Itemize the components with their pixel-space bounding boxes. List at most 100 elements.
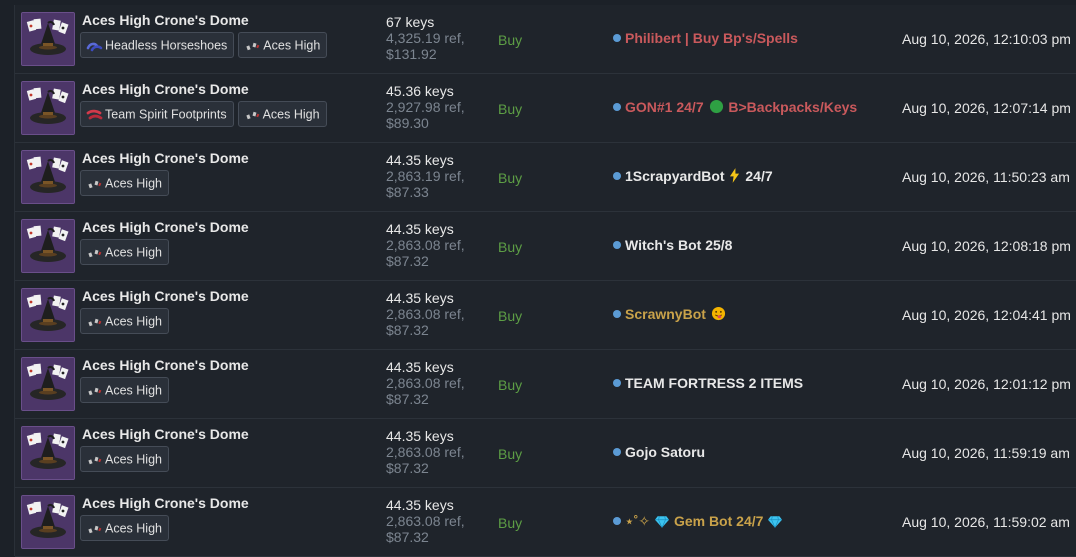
aces-high-icon: [86, 178, 104, 190]
seller-name: Gojo Satoru: [625, 444, 706, 460]
attribute-tag-label: Aces High: [105, 383, 162, 398]
listing-row[interactable]: Aces High Crone's Dome Team Spirit Footp…: [15, 74, 1076, 143]
attribute-tag-label: Aces High: [105, 452, 162, 467]
online-status-dot: [613, 103, 621, 111]
item-thumbnail-icon[interactable]: [21, 219, 75, 273]
attribute-tag-label: Aces High: [105, 521, 162, 536]
price: 44.35 keys 2,863.08 ref, $87.32: [386, 221, 465, 269]
listing-row[interactable]: Aces High Crone's Dome Aces High 44.35 k…: [15, 281, 1076, 350]
green-circle-icon: [709, 99, 724, 117]
aces-high-icon: [86, 523, 104, 535]
listing-row[interactable]: Aces High Crone's Dome Aces High 44.35 k…: [15, 419, 1076, 488]
gem-icon: [768, 515, 783, 531]
item-name[interactable]: Aces High Crone's Dome: [82, 495, 249, 511]
attribute-tag-label: Aces High: [105, 314, 162, 329]
price-usd: $131.92: [386, 46, 437, 62]
gem-icon: [655, 515, 670, 531]
item-tags: Team Spirit Footprints Aces High: [80, 101, 331, 127]
attribute-tag[interactable]: Aces High: [80, 239, 169, 265]
listing-time: Aug 10, 2026, 12:10:03 pm: [902, 31, 1071, 47]
attribute-tag[interactable]: Aces High: [80, 308, 169, 334]
price-ref: 2,863.08 ref,: [386, 513, 465, 529]
seller-link[interactable]: TEAM FORTRESS 2 ITEMS: [613, 375, 803, 391]
item-name[interactable]: Aces High Crone's Dome: [82, 12, 249, 28]
attribute-tag[interactable]: Aces High: [80, 446, 169, 472]
listing-row[interactable]: Aces High Crone's Dome Aces High 44.35 k…: [15, 212, 1076, 281]
attribute-tag-label: Headless Horseshoes: [105, 38, 228, 53]
aces-high-icon: [244, 109, 262, 121]
attribute-tag[interactable]: Aces High: [237, 101, 327, 127]
listing-time: Aug 10, 2026, 12:07:14 pm: [902, 100, 1071, 116]
listing-row[interactable]: Aces High Crone's Dome Headless Horsesho…: [15, 5, 1076, 74]
aces-high-icon: [86, 385, 104, 397]
item-name[interactable]: Aces High Crone's Dome: [82, 219, 249, 235]
attribute-tag[interactable]: Aces High: [80, 377, 169, 403]
price-keys: 44.35 keys: [386, 497, 454, 513]
item-tags: Aces High: [80, 308, 173, 334]
item-thumbnail-icon[interactable]: [21, 12, 75, 66]
item-tags: Aces High: [80, 515, 173, 541]
aces-high-icon: [86, 247, 104, 259]
intent-label: Buy: [498, 377, 523, 393]
item-thumbnail-icon[interactable]: [21, 150, 75, 204]
item-thumbnail-icon[interactable]: [21, 288, 75, 342]
listing-time: Aug 10, 2026, 12:08:18 pm: [902, 238, 1071, 254]
seller-name: 24/7: [745, 168, 773, 184]
item-name[interactable]: Aces High Crone's Dome: [82, 288, 249, 304]
item-thumbnail-icon[interactable]: [21, 426, 75, 480]
intent-label: Buy: [498, 515, 523, 531]
seller-link[interactable]: GON#1 24/7 B>Backpacks/Keys: [613, 99, 857, 117]
seller-name: B>Backpacks/Keys: [728, 99, 858, 115]
price-ref: 2,863.08 ref,: [386, 306, 465, 322]
attribute-tag-label: Aces High: [263, 38, 321, 53]
listing-time: Aug 10, 2026, 12:04:41 pm: [902, 307, 1071, 323]
item-name[interactable]: Aces High Crone's Dome: [82, 357, 249, 373]
item-thumbnail-icon[interactable]: [21, 495, 75, 549]
price: 45.36 keys 2,927.98 ref, $89.30: [386, 83, 465, 131]
price-usd: $87.32: [386, 391, 429, 407]
item-thumbnail-icon[interactable]: [21, 81, 75, 135]
listing-row[interactable]: Aces High Crone's Dome Aces High 44.35 k…: [15, 488, 1076, 557]
price-usd: $89.30: [386, 115, 429, 131]
seller-link[interactable]: Witch's Bot 25/8: [613, 237, 732, 253]
seller-link[interactable]: 1ScrapyardBot 24/7: [613, 168, 773, 186]
attribute-tag[interactable]: Aces High: [238, 32, 328, 58]
seller-name: Witch's Bot 25/8: [625, 237, 733, 253]
attribute-tag[interactable]: Aces High: [80, 170, 169, 196]
listing-time: Aug 10, 2026, 11:50:23 am: [902, 169, 1070, 185]
price-keys: 44.35 keys: [386, 152, 454, 168]
price-keys: 44.35 keys: [386, 428, 454, 444]
aces-high-icon: [86, 454, 104, 466]
seller-name: TEAM FORTRESS 2 ITEMS: [625, 375, 804, 391]
seller-link[interactable]: ⋆˚✧ Gem Bot 24/7: [613, 513, 783, 531]
aces-high-icon: [244, 40, 262, 52]
price-usd: $87.32: [386, 460, 429, 476]
listing-row[interactable]: Aces High Crone's Dome Aces High 44.35 k…: [15, 350, 1076, 419]
price: 67 keys 4,325.19 ref, $131.92: [386, 14, 465, 62]
seller-name: Gem Bot 24/7: [673, 513, 764, 529]
seller-link[interactable]: Gojo Satoru: [613, 444, 705, 460]
attribute-tag[interactable]: Headless Horseshoes: [80, 32, 235, 58]
price-usd: $87.32: [386, 322, 429, 338]
price-usd: $87.32: [386, 253, 429, 269]
seller-name: ScrawnyBot: [625, 306, 706, 322]
attribute-tag[interactable]: Team Spirit Footprints: [80, 101, 234, 127]
price-ref: 2,863.08 ref,: [386, 237, 465, 253]
intent-label: Buy: [498, 308, 523, 324]
seller-link[interactable]: Philibert | Buy Bp's/Spells: [613, 30, 798, 46]
listing-row[interactable]: Aces High Crone's Dome Aces High 44.35 k…: [15, 143, 1076, 212]
online-status-dot: [613, 517, 621, 525]
item-thumbnail-icon[interactable]: [21, 357, 75, 411]
price-usd: $87.33: [386, 184, 429, 200]
page: Aces High Crone's Dome Headless Horsesho…: [0, 0, 1076, 557]
tongue-face-icon: [711, 306, 726, 324]
seller-link[interactable]: ScrawnyBot: [613, 306, 727, 324]
seller-name: GON#1 24/7: [625, 99, 704, 115]
online-status-dot: [613, 310, 621, 318]
listing-time: Aug 10, 2026, 11:59:02 am: [902, 514, 1070, 530]
item-name[interactable]: Aces High Crone's Dome: [82, 426, 249, 442]
item-name[interactable]: Aces High Crone's Dome: [82, 81, 249, 97]
price-keys: 44.35 keys: [386, 359, 454, 375]
item-name[interactable]: Aces High Crone's Dome: [82, 150, 249, 166]
attribute-tag[interactable]: Aces High: [80, 515, 169, 541]
